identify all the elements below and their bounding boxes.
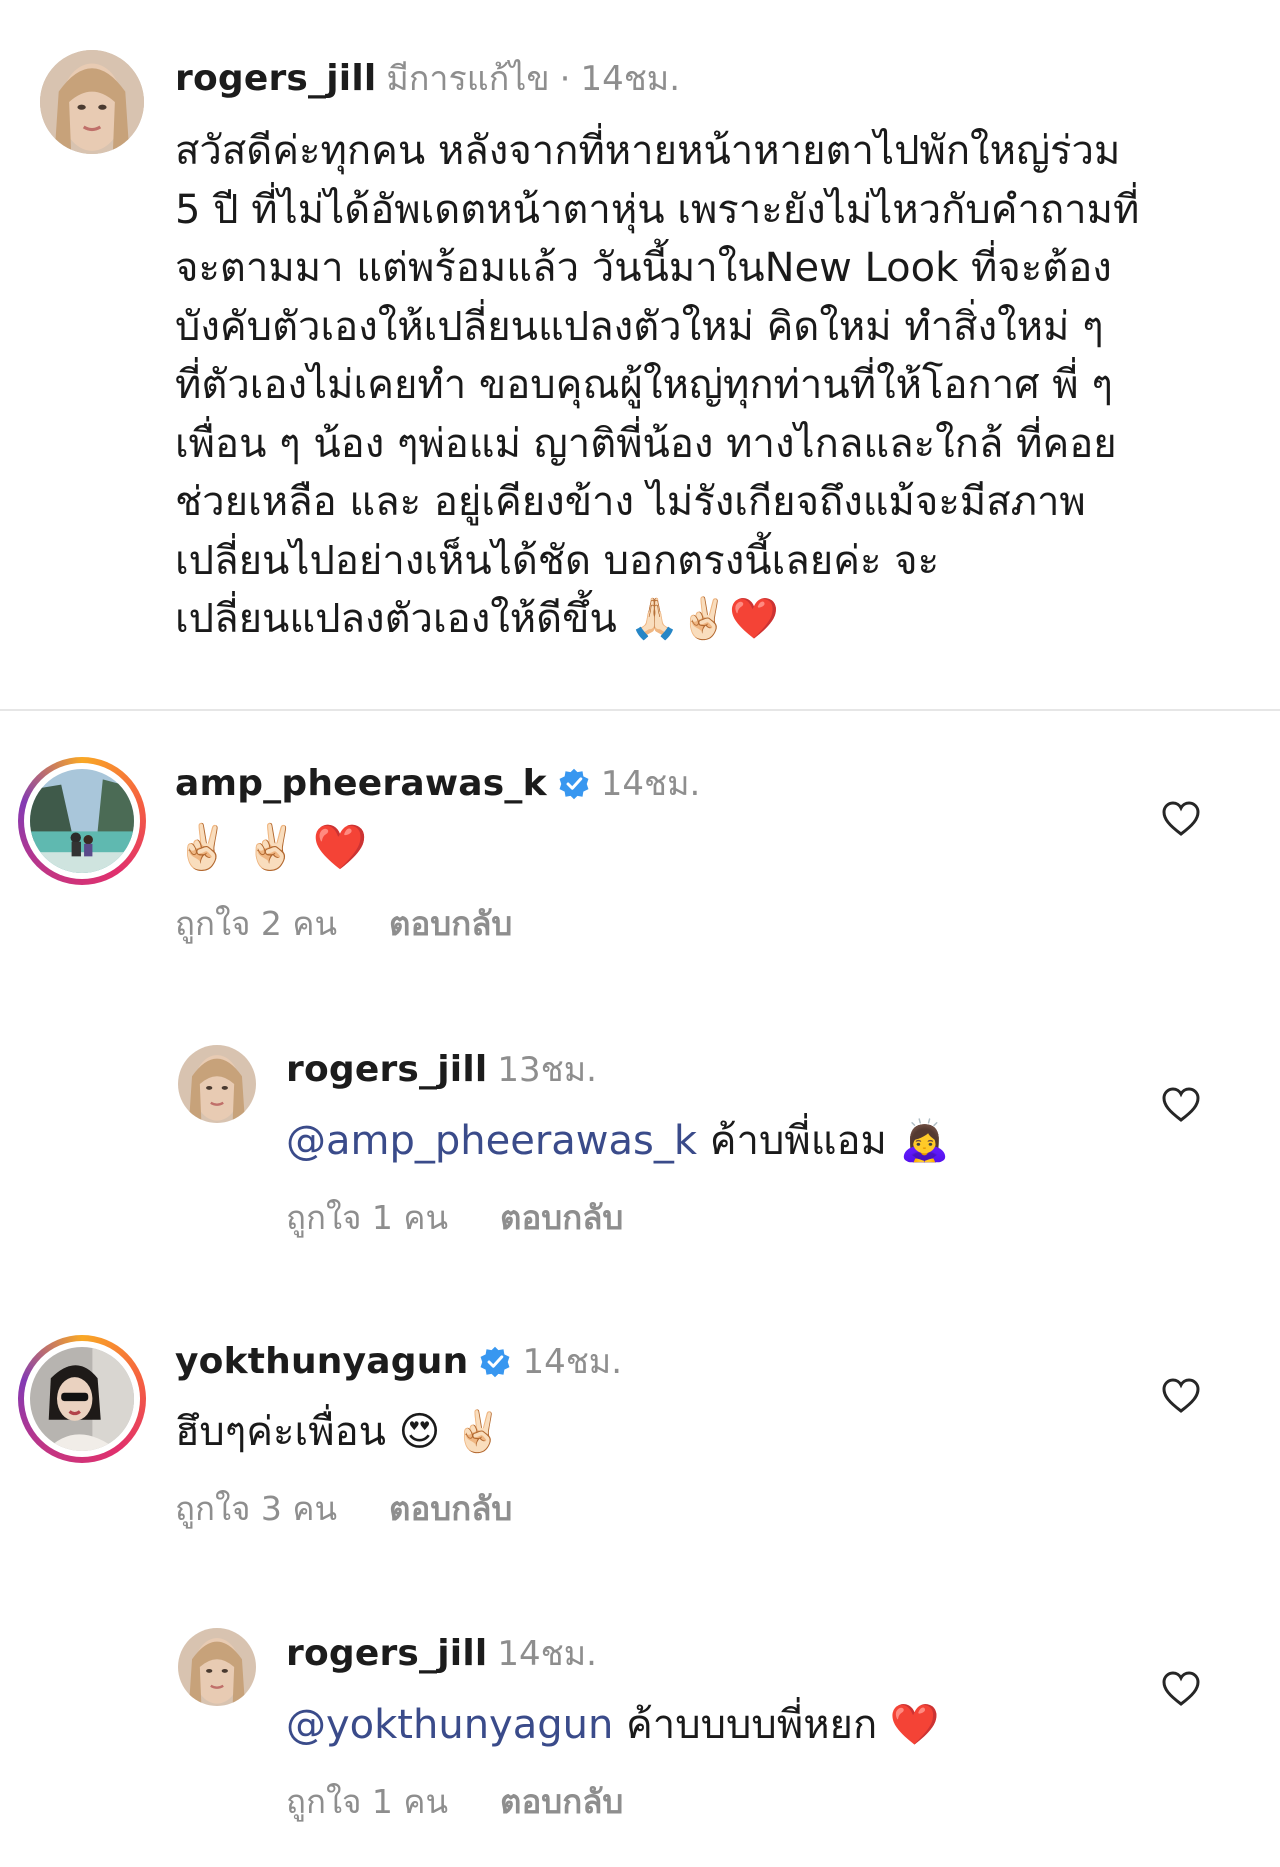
post-header: rogers_jill มีการแก้ไข · 14ชม. xyxy=(175,57,680,101)
comment-header: yokthunyagun 14ชม. xyxy=(175,1340,622,1384)
avatar-image xyxy=(178,1628,256,1706)
reply-author-avatar[interactable] xyxy=(178,1045,256,1123)
avatar-image xyxy=(30,1347,134,1451)
like-count[interactable]: ถูกใจ 1 คน xyxy=(286,1780,448,1824)
divider xyxy=(0,709,1280,711)
comment-header: amp_pheerawas_k 14ชม. xyxy=(175,762,700,806)
reply-time: 14ชม. xyxy=(497,1634,597,1674)
comment-avatar-ring[interactable] xyxy=(18,1335,146,1463)
reply-body: ค้าบพี่แอม 🙇‍♀️ xyxy=(697,1118,950,1164)
like-count[interactable]: ถูกใจ 3 คน xyxy=(175,1487,337,1531)
post-author-avatar[interactable] xyxy=(40,50,144,154)
mention-link[interactable]: @amp_pheerawas_k xyxy=(286,1118,697,1164)
reply-actions: ถูกใจ 1 คน ตอบกลับ xyxy=(286,1196,623,1240)
comment-body: ✌🏻 ✌🏻 ❤️ xyxy=(175,822,368,873)
like-count[interactable]: ถูกใจ 1 คน xyxy=(286,1196,448,1240)
post-time: 14ชม. xyxy=(580,59,680,99)
post-caption: สวัสดีค่ะทุกคน หลังจากที่หายหน้าหายตาไปพ… xyxy=(175,128,1140,642)
meta-separator: · xyxy=(559,59,571,99)
comment-time: 14ชม. xyxy=(522,1342,622,1382)
reply-username[interactable]: rogers_jill xyxy=(286,1048,487,1092)
like-count[interactable]: ถูกใจ 2 คน xyxy=(175,902,337,946)
comment-username[interactable]: amp_pheerawas_k xyxy=(175,762,547,806)
reply-actions: ถูกใจ 1 คน ตอบกลับ xyxy=(286,1780,623,1824)
reply-button[interactable]: ตอบกลับ xyxy=(389,1487,512,1531)
reply-text: @yokthunyagun ค้าบบบบพี่หยก ❤️ xyxy=(286,1699,940,1751)
heart-outline-icon[interactable] xyxy=(1161,1376,1201,1416)
mention-link[interactable]: @yokthunyagun xyxy=(286,1702,613,1748)
edited-label: มีการแก้ไข xyxy=(386,59,550,99)
reply-author-avatar[interactable] xyxy=(178,1628,256,1706)
reply-text: @amp_pheerawas_k ค้าบพี่แอม 🙇‍♀️ xyxy=(286,1115,949,1167)
verified-badge-icon xyxy=(559,768,589,800)
comment-body: ฮึบๆค่ะเพื่อน 😍 ✌🏻 xyxy=(175,1409,503,1455)
reply-button[interactable]: ตอบกลับ xyxy=(389,902,512,946)
comment-avatar-ring[interactable] xyxy=(18,757,146,885)
comment-actions: ถูกใจ 3 คน ตอบกลับ xyxy=(175,1487,512,1531)
heart-outline-icon[interactable] xyxy=(1161,1085,1201,1125)
avatar-image xyxy=(178,1045,256,1123)
reply-username[interactable]: rogers_jill xyxy=(286,1632,487,1676)
post-username[interactable]: rogers_jill xyxy=(175,57,376,101)
reply-button[interactable]: ตอบกลับ xyxy=(500,1196,623,1240)
comment-text: ฮึบๆค่ะเพื่อน 😍 ✌🏻 xyxy=(175,1406,503,1458)
reply-header: rogers_jill 13ชม. xyxy=(286,1048,597,1092)
reply-header: rogers_jill 14ชม. xyxy=(286,1632,597,1676)
reply-button[interactable]: ตอบกลับ xyxy=(500,1780,623,1824)
comment-actions: ถูกใจ 2 คน ตอบกลับ xyxy=(175,902,512,946)
verified-badge-icon xyxy=(480,1346,510,1378)
avatar-image xyxy=(40,50,144,154)
reply-time: 13ชม. xyxy=(497,1050,597,1090)
avatar-image xyxy=(30,769,134,873)
comment-username[interactable]: yokthunyagun xyxy=(175,1340,468,1384)
reply-body: ค้าบบบบพี่หยก ❤️ xyxy=(613,1702,940,1748)
heart-outline-icon[interactable] xyxy=(1161,1669,1201,1709)
heart-outline-icon[interactable] xyxy=(1161,799,1201,839)
comment-time: 14ชม. xyxy=(600,764,701,804)
comment-text: ✌🏻 ✌🏻 ❤️ xyxy=(175,822,367,875)
